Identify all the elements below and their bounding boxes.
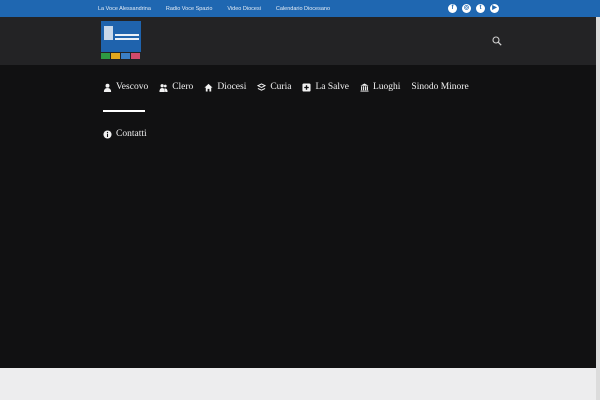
logo-text-line <box>115 38 139 40</box>
instagram-icon[interactable]: ◎ <box>462 4 471 13</box>
nav-label: Vescovo <box>116 82 149 92</box>
page-footer <box>0 368 600 400</box>
logo-text-line <box>115 34 139 36</box>
top-link-calendario[interactable]: Calendario Diocesano <box>276 6 330 12</box>
youtube-icon[interactable]: ▶ <box>490 4 499 13</box>
nav-item-diocesi[interactable]: Diocesi <box>204 82 246 92</box>
nav-label: Luoghi <box>372 82 401 92</box>
site-logo[interactable] <box>101 21 141 60</box>
building-icon <box>360 82 369 92</box>
nav-label: Diocesi <box>217 82 247 92</box>
main-nav: Vescovo Clero Diocesi Curia La Salve Luo… <box>103 82 480 92</box>
logo-bar-red <box>131 53 140 59</box>
nav-label: Contatti <box>116 129 147 139</box>
search-icon[interactable] <box>492 36 502 46</box>
nav-label: Clero <box>172 82 194 92</box>
social-links: f ◎ t ▶ <box>448 4 504 13</box>
top-bar: La Voce Alessandrina Radio Voce Spazio V… <box>0 0 600 17</box>
site-header <box>0 17 600 65</box>
active-nav-underline <box>103 110 145 112</box>
nav-item-vescovo[interactable]: Vescovo <box>103 82 148 92</box>
top-link-video[interactable]: Video Diocesi <box>227 6 261 12</box>
facebook-icon[interactable]: f <box>448 4 457 13</box>
nav-item-luoghi[interactable]: Luoghi <box>360 82 400 92</box>
logo-bar-blue <box>121 53 130 59</box>
top-link-la-voce[interactable]: La Voce Alessandrina <box>98 6 151 12</box>
info-icon <box>103 129 112 139</box>
twitter-icon[interactable]: t <box>476 4 485 13</box>
plus-square-icon <box>302 82 312 92</box>
nav-item-contatti[interactable]: Contatti <box>103 129 147 139</box>
nav-label: Sinodo Minore <box>411 82 469 92</box>
crest-icon <box>104 26 113 40</box>
nav-label: La Salve <box>315 82 349 92</box>
logo-bar-yellow <box>111 53 120 59</box>
nav-item-clero[interactable]: Clero <box>159 82 193 92</box>
top-links: La Voce Alessandrina Radio Voce Spazio V… <box>98 0 345 17</box>
curia-icon <box>257 82 267 91</box>
main-menu-panel <box>0 65 600 368</box>
top-link-radio[interactable]: Radio Voce Spazio <box>166 6 212 12</box>
logo-color-bars <box>101 53 141 59</box>
logo-bar-green <box>101 53 110 59</box>
person-icon <box>103 83 112 92</box>
nav-label: Curia <box>270 82 292 92</box>
page-scrollbar[interactable] <box>596 17 600 400</box>
nav-item-la-salve[interactable]: La Salve <box>302 82 349 92</box>
nav-item-curia[interactable]: Curia <box>257 82 291 92</box>
nav-item-sinodo-minore[interactable]: Sinodo Minore <box>411 82 468 92</box>
people-icon <box>159 83 168 92</box>
home-icon <box>204 83 213 92</box>
